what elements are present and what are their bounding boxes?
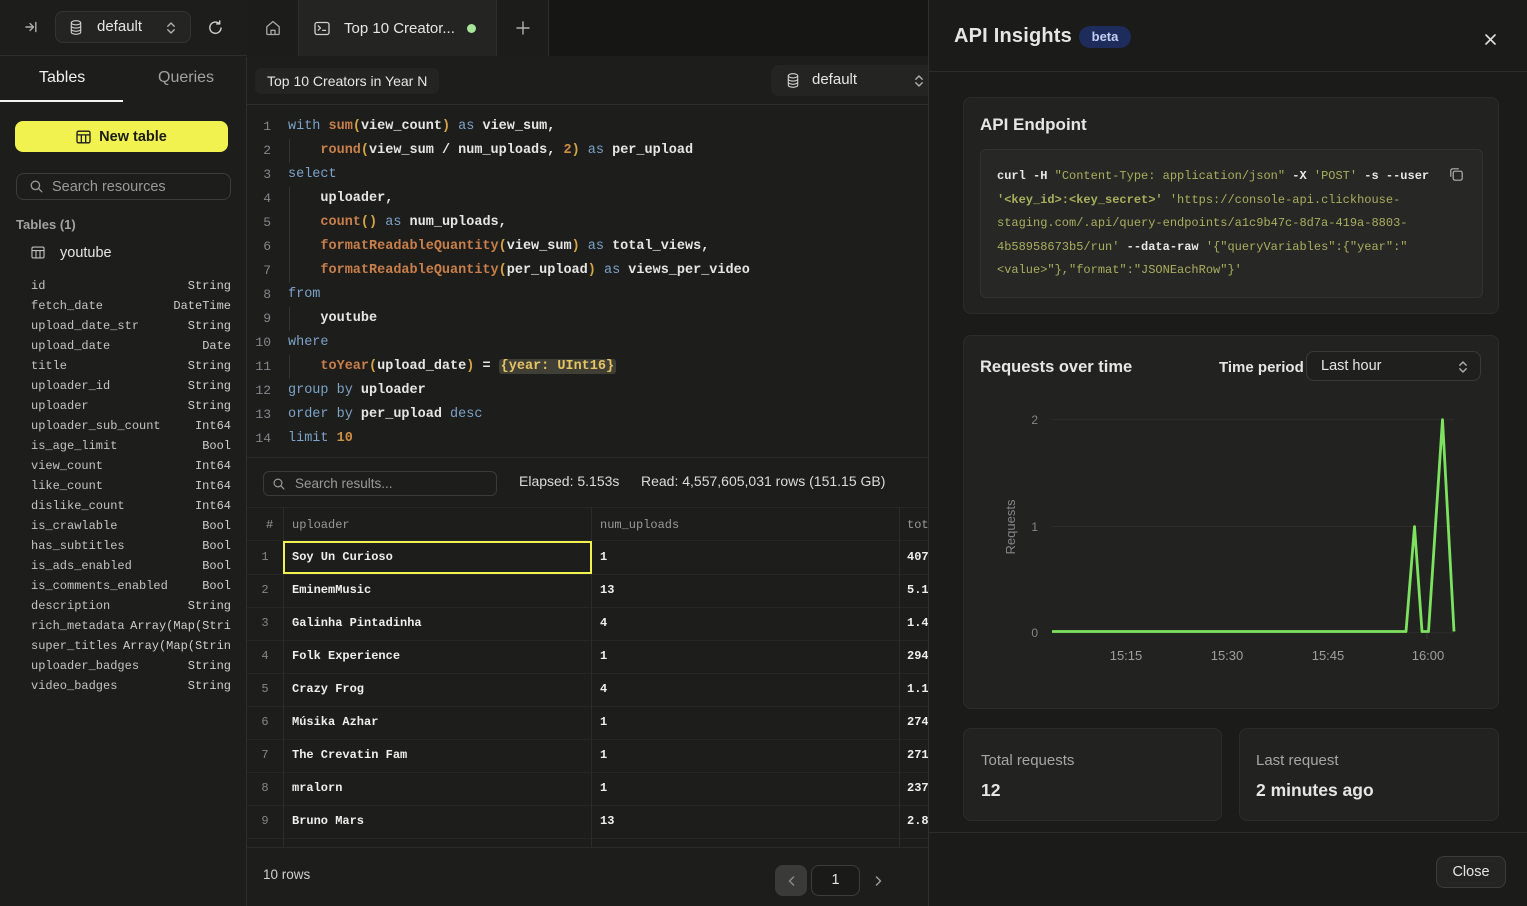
svg-text:2: 2 bbox=[1031, 413, 1038, 427]
svg-text:15:45: 15:45 bbox=[1312, 648, 1345, 663]
svg-text:Requests: Requests bbox=[1003, 499, 1018, 554]
svg-text:15:15: 15:15 bbox=[1110, 648, 1143, 663]
svg-text:15:30: 15:30 bbox=[1211, 648, 1244, 663]
svg-text:0: 0 bbox=[1031, 626, 1038, 640]
svg-text:1: 1 bbox=[1031, 520, 1038, 534]
svg-text:16:00: 16:00 bbox=[1412, 648, 1445, 663]
